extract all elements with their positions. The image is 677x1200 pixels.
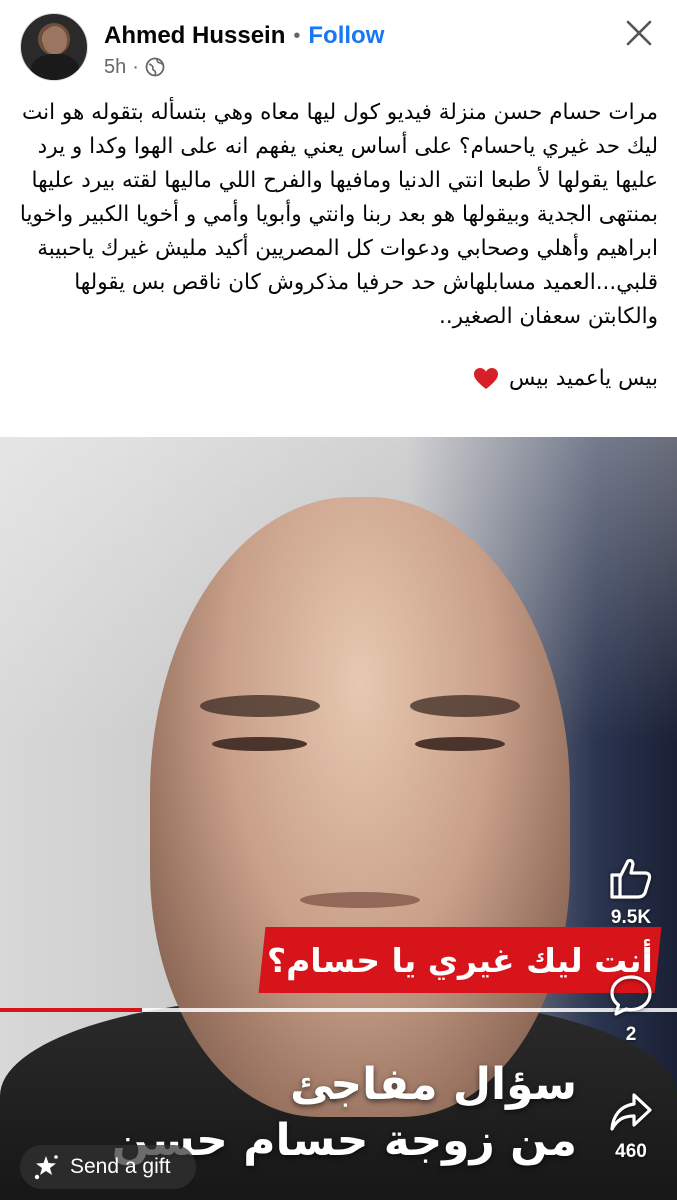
comment-icon bbox=[610, 975, 652, 1016]
send-gift-label: Send a gift bbox=[70, 1155, 171, 1178]
separator-dot: · bbox=[132, 55, 139, 78]
post-signoff: بيس ياعميد بيس bbox=[509, 366, 658, 391]
thumbs-up-icon bbox=[610, 858, 652, 899]
video-frame-face bbox=[150, 497, 570, 1117]
banner-text: أنت ليك غيري يا حسام؟ bbox=[267, 940, 653, 980]
comment-count: 2 bbox=[625, 1024, 637, 1045]
like-count: 9.5K bbox=[610, 907, 652, 928]
post-signoff-row: بيس ياعميد بيس bbox=[18, 362, 658, 396]
author-name[interactable]: Ahmed Hussein bbox=[104, 22, 285, 50]
author-row: Ahmed Hussein • Follow bbox=[104, 20, 384, 52]
like-button[interactable]: 9.5K bbox=[601, 855, 661, 929]
follow-button[interactable]: Follow bbox=[308, 22, 384, 50]
separator-dot: • bbox=[293, 24, 301, 47]
share-icon bbox=[610, 1093, 652, 1131]
post-time[interactable]: 5h bbox=[104, 56, 126, 79]
send-gift-button[interactable]: Send a gift bbox=[20, 1145, 196, 1189]
post-body: مرات حسام حسن منزلة فيديو كول ليها معاه … bbox=[18, 96, 658, 396]
close-icon bbox=[626, 20, 652, 46]
globe-icon bbox=[145, 57, 165, 77]
share-button[interactable]: 460 bbox=[601, 1089, 661, 1163]
comment-button[interactable]: 2 bbox=[601, 972, 661, 1046]
close-button[interactable] bbox=[620, 14, 658, 52]
share-count: 460 bbox=[615, 1141, 647, 1162]
video-progress-fill bbox=[0, 1008, 143, 1012]
heart-icon bbox=[474, 368, 498, 389]
video-player[interactable]: أنت ليك غيري يا حسام؟ سؤال مفاجئ من زوجة… bbox=[0, 437, 677, 1200]
video-progress-bar[interactable] bbox=[0, 1008, 677, 1012]
post-meta: 5h · bbox=[104, 54, 165, 80]
author-avatar[interactable] bbox=[20, 13, 88, 81]
post-header: Ahmed Hussein • Follow 5h · bbox=[0, 0, 677, 90]
gift-stars-icon bbox=[34, 1155, 58, 1180]
post-text: مرات حسام حسن منزلة فيديو كول ليها معاه … bbox=[19, 100, 658, 329]
caption-line-1: سؤال مفاجئ bbox=[290, 1059, 577, 1110]
